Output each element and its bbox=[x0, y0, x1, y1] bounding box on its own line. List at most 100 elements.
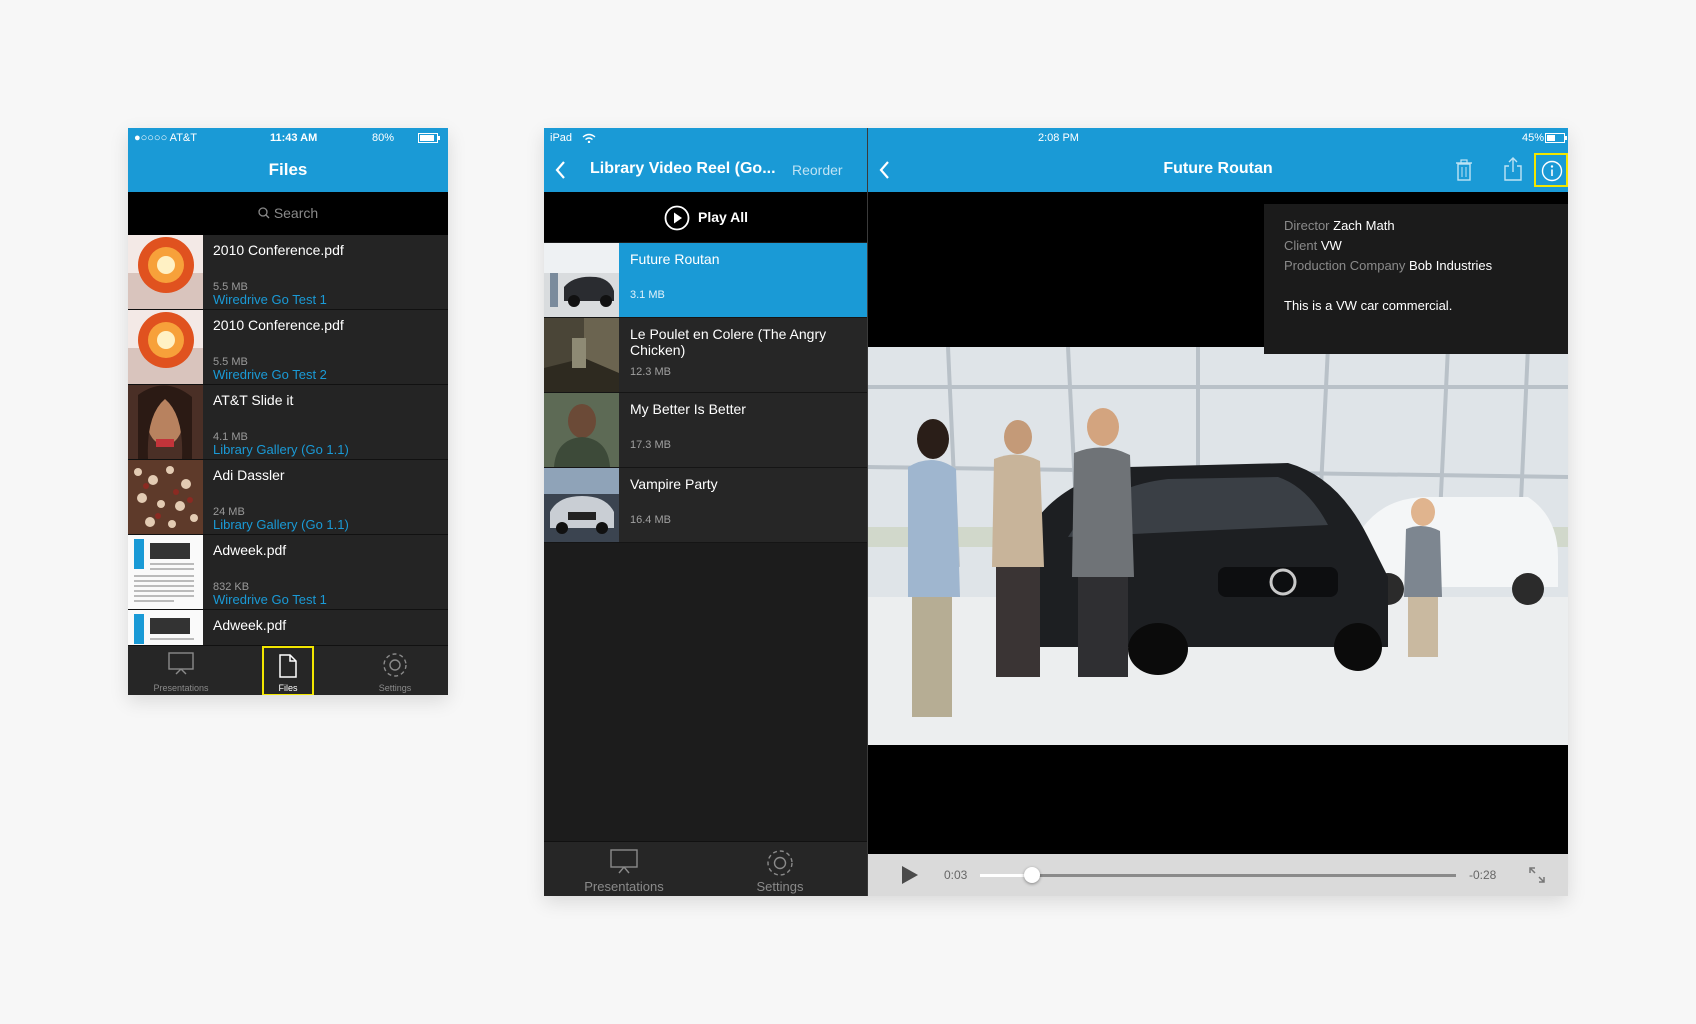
presentation-icon bbox=[610, 849, 638, 874]
production-value: Bob Industries bbox=[1409, 258, 1493, 273]
tab-files[interactable]: Files bbox=[262, 646, 314, 695]
search-bar[interactable]: Search bbox=[128, 192, 448, 235]
gear-icon bbox=[383, 653, 407, 677]
file-thumbnail bbox=[128, 310, 203, 384]
file-source: Wiredrive Go Test 1 bbox=[213, 592, 327, 607]
search-icon bbox=[258, 207, 270, 219]
file-row[interactable]: Adweek.pdf 832 KB Wiredrive Go Test 1 bbox=[128, 535, 448, 610]
wifi-icon bbox=[582, 133, 596, 143]
clock: 2:08 PM bbox=[1038, 132, 1079, 144]
director-line: Director Zach Math bbox=[1284, 218, 1395, 233]
tablet-screen: iPad 2:08 PM 45% Library Video Reel (Go.… bbox=[544, 128, 1568, 896]
status-bar: ●○○○○ AT&T 11:43 AM 80% bbox=[128, 128, 448, 148]
file-row[interactable]: AT&T Slide it 4.1 MB Library Gallery (Go… bbox=[128, 385, 448, 460]
playlist-item[interactable]: Le Poulet en Colere (The Angry Chicken) … bbox=[544, 318, 867, 393]
file-name: Adweek.pdf bbox=[213, 542, 287, 558]
video-size: 12.3 MB bbox=[630, 366, 671, 378]
master-nav-bar: Library Video Reel (Go... Reorder bbox=[544, 148, 867, 192]
file-source: Library Gallery (Go 1.1) bbox=[213, 517, 349, 532]
director-value: Zach Math bbox=[1333, 218, 1395, 233]
fullscreen-icon[interactable] bbox=[1528, 866, 1546, 884]
file-thumbnail bbox=[128, 535, 203, 609]
tab-label: Presentations bbox=[584, 879, 664, 894]
detail-nav-bar: Future Routan bbox=[868, 148, 1568, 192]
remaining-time: -0:28 bbox=[1469, 868, 1497, 882]
tab-presentations[interactable]: Presentations bbox=[128, 646, 234, 695]
video-thumbnail bbox=[544, 393, 619, 467]
video-thumbnail bbox=[544, 468, 619, 542]
video-still bbox=[868, 347, 1568, 745]
file-name: AT&T Slide it bbox=[213, 392, 294, 408]
client-key: Client bbox=[1284, 238, 1318, 253]
scrubber-handle[interactable] bbox=[1024, 867, 1041, 883]
video-name: Future Routan bbox=[630, 251, 720, 267]
elapsed-time: 0:03 bbox=[944, 868, 968, 882]
client-line: Client VW bbox=[1284, 238, 1342, 253]
playlist-item[interactable]: Vampire Party 16.4 MB bbox=[544, 468, 867, 543]
description: This is a VW car commercial. bbox=[1284, 298, 1453, 313]
tab-label: Settings bbox=[378, 683, 412, 693]
back-chevron-icon[interactable] bbox=[554, 160, 566, 180]
battery-icon bbox=[418, 133, 440, 143]
playlist-item[interactable]: Future Routan 3.1 MB bbox=[544, 243, 867, 318]
video-size: 3.1 MB bbox=[630, 289, 665, 301]
carrier-label: ●○○○○ AT&T bbox=[134, 132, 197, 144]
tab-label: Presentations bbox=[153, 683, 209, 693]
battery-percent: 45% bbox=[1522, 132, 1545, 144]
production-key: Production Company bbox=[1284, 258, 1406, 273]
video-size: 17.3 MB bbox=[630, 439, 671, 451]
file-source: Wiredrive Go Test 2 bbox=[213, 367, 327, 382]
file-thumbnail bbox=[128, 460, 203, 534]
file-name: Adi Dassler bbox=[213, 467, 285, 483]
file-icon bbox=[279, 654, 297, 678]
scrubber-track[interactable] bbox=[980, 867, 1456, 883]
file-row[interactable]: 2010 Conference.pdf 5.5 MB Wiredrive Go … bbox=[128, 310, 448, 385]
reorder-button[interactable]: Reorder bbox=[792, 162, 843, 178]
battery-percent: 80% bbox=[372, 132, 395, 144]
gear-icon bbox=[767, 850, 793, 876]
file-thumbnail bbox=[128, 385, 203, 459]
playlist-item[interactable]: My Better Is Better 17.3 MB bbox=[544, 393, 867, 468]
status-bar: iPad 2:08 PM 45% bbox=[544, 128, 1568, 148]
video-name: My Better Is Better bbox=[630, 401, 746, 417]
play-all-button[interactable]: Play All bbox=[544, 192, 867, 242]
info-button[interactable] bbox=[1534, 153, 1568, 187]
file-source: Wiredrive Go Test 1 bbox=[213, 292, 327, 307]
file-name: 2010 Conference.pdf bbox=[213, 242, 344, 258]
tab-bar: Presentations Settings bbox=[544, 841, 867, 896]
clock: 11:43 AM bbox=[270, 132, 318, 144]
tab-label: Settings bbox=[756, 879, 804, 894]
tab-settings[interactable]: Settings bbox=[740, 842, 820, 896]
video-frame[interactable] bbox=[868, 347, 1568, 745]
production-line: Production Company Bob Industries bbox=[1284, 258, 1492, 273]
trash-icon[interactable] bbox=[1454, 158, 1474, 182]
file-row[interactable]: 2010 Conference.pdf 5.5 MB Wiredrive Go … bbox=[128, 235, 448, 310]
nav-bar: Files bbox=[128, 148, 448, 192]
client-value: VW bbox=[1320, 238, 1342, 253]
device-label: iPad bbox=[550, 132, 573, 144]
phone-screen: ●○○○○ AT&T 11:43 AM 80% Files Search 201… bbox=[128, 128, 448, 695]
battery-icon bbox=[1545, 133, 1567, 143]
page-title: Files bbox=[268, 160, 308, 179]
file-row[interactable]: Adi Dassler 24 MB Library Gallery (Go 1.… bbox=[128, 460, 448, 535]
tab-bar: Presentations Files Settings bbox=[128, 645, 448, 695]
video-name: Vampire Party bbox=[630, 476, 718, 492]
share-icon[interactable] bbox=[1502, 156, 1524, 182]
play-circle-icon bbox=[664, 205, 690, 231]
info-popover: Director Zach Math Client VW Production … bbox=[1264, 204, 1568, 354]
tab-settings[interactable]: Settings bbox=[342, 646, 448, 695]
video-thumbnail bbox=[544, 318, 619, 392]
tab-presentations[interactable]: Presentations bbox=[574, 842, 674, 896]
presentation-icon bbox=[168, 652, 194, 675]
search-placeholder: Search bbox=[273, 205, 319, 221]
search-input[interactable]: Search bbox=[128, 205, 448, 221]
tab-label: Files bbox=[278, 683, 298, 693]
file-name: 2010 Conference.pdf bbox=[213, 317, 344, 333]
play-icon[interactable] bbox=[898, 864, 920, 886]
playback-controls: 0:03 -0:28 bbox=[868, 854, 1568, 896]
file-thumbnail bbox=[128, 235, 203, 309]
file-name: Adweek.pdf bbox=[213, 617, 287, 633]
play-all-label: Play All bbox=[698, 209, 749, 225]
director-key: Director bbox=[1284, 218, 1330, 233]
reel-title: Library Video Reel (Go... bbox=[590, 160, 776, 177]
